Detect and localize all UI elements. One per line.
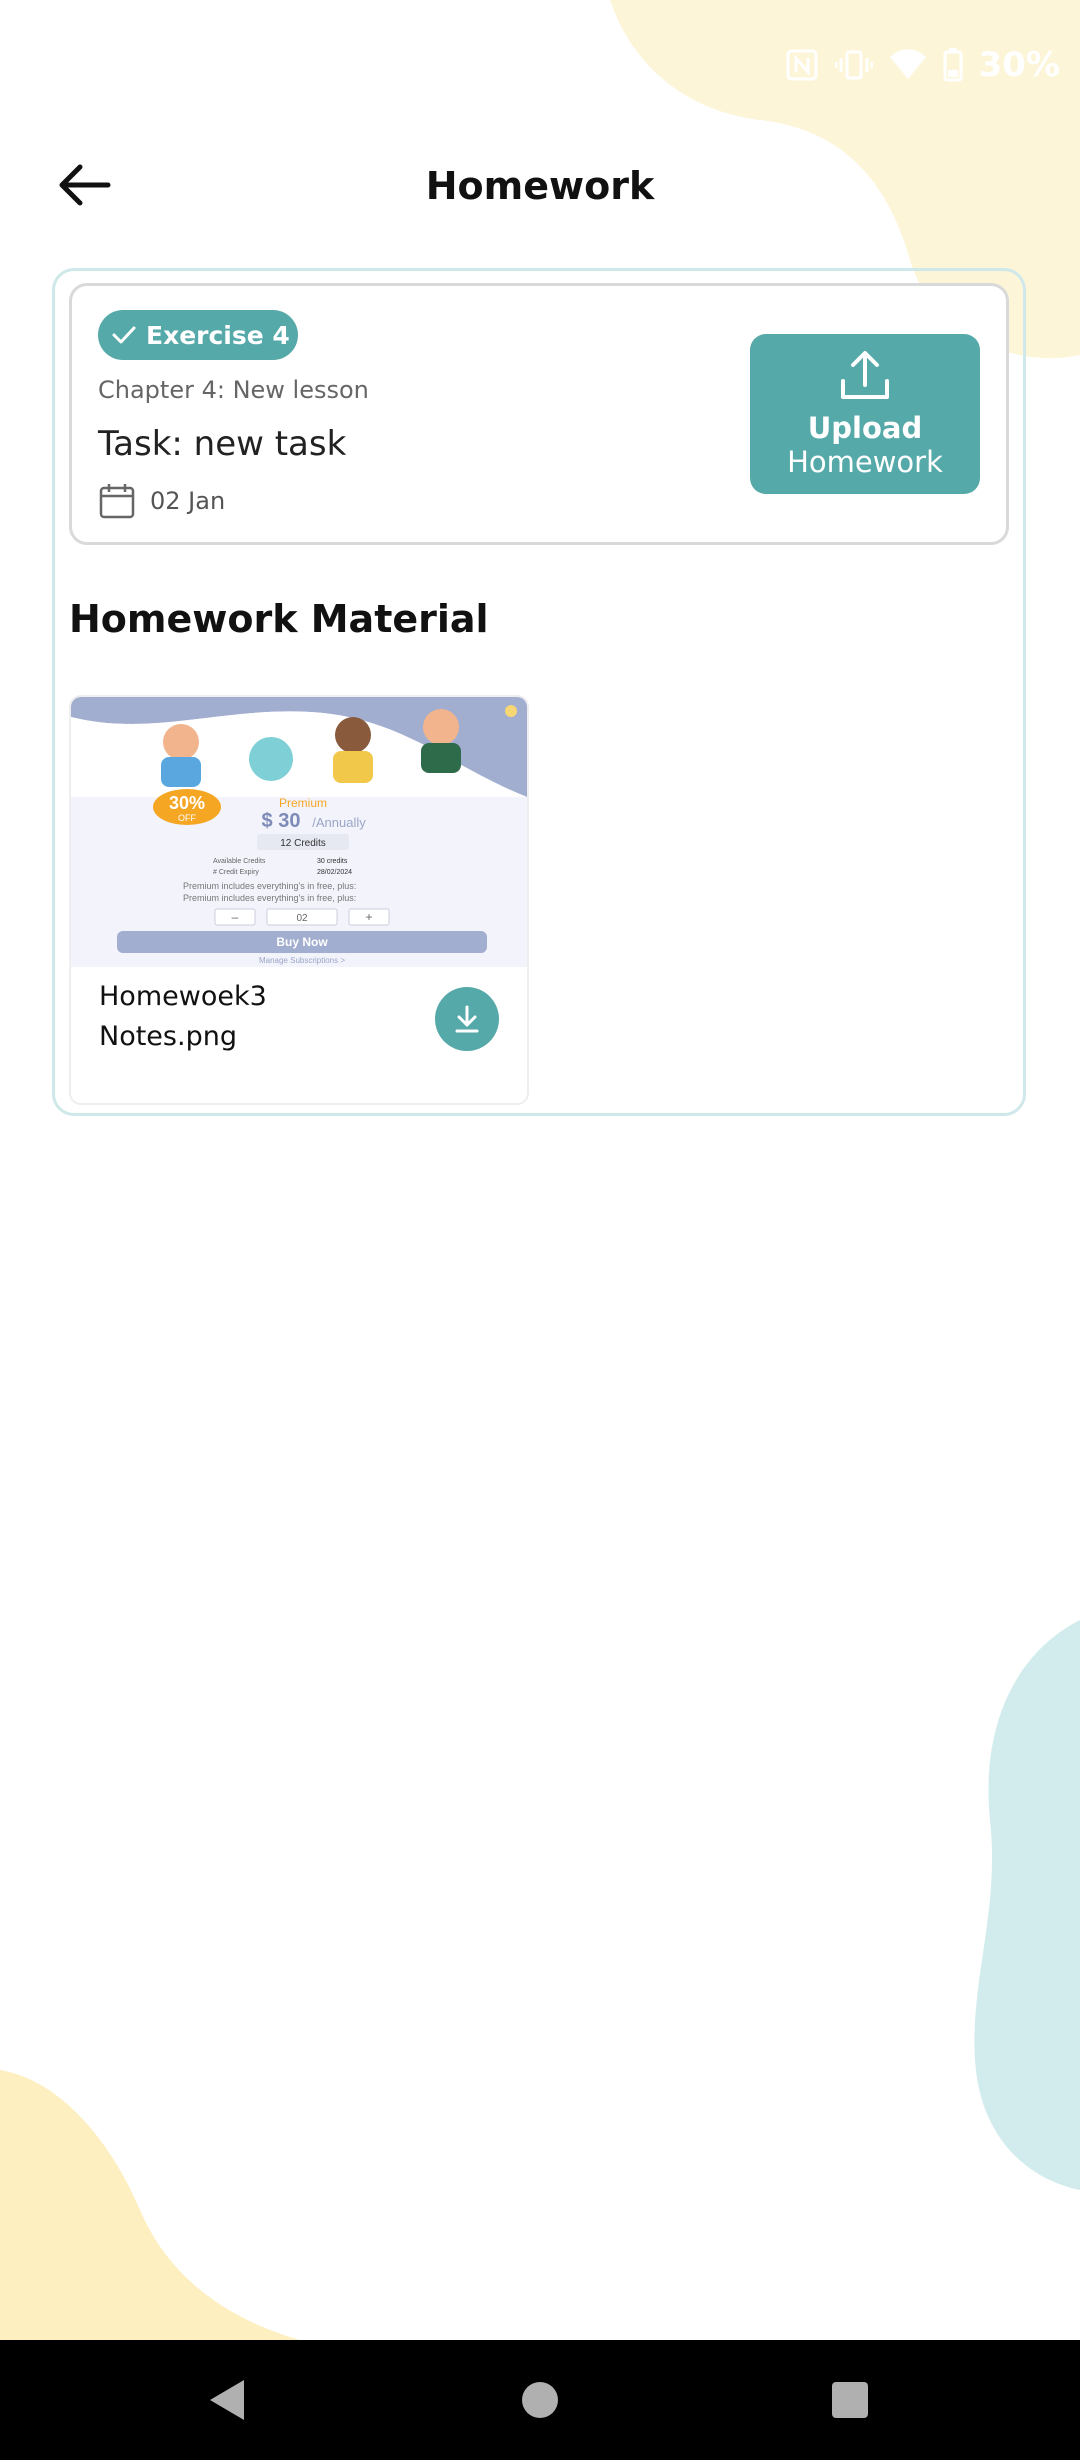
- download-icon: [455, 1005, 479, 1033]
- svg-text:Premium includes everything's: Premium includes everything's in free, p…: [183, 881, 356, 891]
- svg-text:OFF: OFF: [178, 813, 196, 823]
- svg-text:Buy Now: Buy Now: [276, 935, 328, 949]
- exercise-badge-label: Exercise 4: [146, 320, 290, 350]
- svg-text:/Annually: /Annually: [312, 815, 366, 830]
- svg-text:30%: 30%: [169, 793, 205, 813]
- kid-3: [423, 709, 459, 745]
- svg-text:Premium: Premium: [279, 796, 327, 810]
- battery-percent: 30%: [978, 45, 1060, 85]
- material-file-name: Homewoek3 Notes.png: [99, 977, 267, 1057]
- nav-recents-button[interactable]: [820, 2370, 880, 2430]
- nav-home-icon: [522, 2382, 558, 2418]
- svg-text:12 Credits: 12 Credits: [280, 838, 326, 849]
- nfc-icon: [786, 49, 818, 81]
- wifi-icon: [889, 49, 926, 79]
- page-title: Homework: [425, 164, 655, 208]
- star-icon: [505, 705, 517, 717]
- upload-label-line2: Homework: [787, 445, 943, 479]
- upload-label-line1: Upload: [807, 411, 923, 445]
- svg-text:02: 02: [296, 913, 308, 924]
- svg-text:$ 30: $ 30: [262, 810, 301, 832]
- mascot: [249, 737, 293, 781]
- section-title: Homework Material: [69, 597, 489, 641]
- task-card: Exercise 4 Chapter 4: New lesson Task: n…: [69, 283, 1009, 545]
- nav-back-button[interactable]: [196, 2370, 256, 2430]
- file-name-line1: Homewoek3: [99, 981, 267, 1012]
- battery-icon: [943, 48, 963, 82]
- chapter-label: Chapter 4: New lesson: [98, 376, 369, 404]
- svg-text:# Credit Expiry: # Credit Expiry: [213, 869, 259, 876]
- upload-homework-button[interactable]: Upload Homework: [750, 334, 980, 494]
- vibrate-icon: [834, 50, 873, 80]
- exercise-badge: Exercise 4: [98, 310, 298, 360]
- system-nav-bar: [0, 2340, 1080, 2460]
- material-card[interactable]: 30% OFF Premium $ 30 /Annually 12 Credit…: [69, 695, 529, 1105]
- task-title: Task: new task: [98, 424, 347, 464]
- status-bar: 30%: [785, 40, 1060, 90]
- upload-icon: [841, 351, 889, 399]
- due-date: 02 Jan: [98, 482, 225, 520]
- svg-text:Premium includes everything's: Premium includes everything's in free, p…: [183, 893, 356, 903]
- svg-text:28/02/2024: 28/02/2024: [317, 869, 352, 876]
- material-thumbnail[interactable]: 30% OFF Premium $ 30 /Annually 12 Credit…: [71, 697, 527, 967]
- svg-text:+: +: [365, 910, 372, 924]
- app-header: Homework: [0, 140, 1080, 230]
- nav-recents-icon: [832, 2382, 868, 2418]
- teal-blob-right: [974, 1620, 1080, 2190]
- download-button[interactable]: [435, 987, 499, 1051]
- due-date-label: 02 Jan: [150, 487, 226, 515]
- file-name-line2: Notes.png: [99, 1021, 237, 1052]
- nav-home-button[interactable]: [510, 2370, 570, 2430]
- svg-text:–: –: [232, 910, 239, 924]
- svg-text:30 credits: 30 credits: [317, 858, 348, 865]
- calendar-icon: [99, 484, 135, 519]
- svg-text:Available Credits: Available Credits: [213, 858, 266, 865]
- nav-back-icon: [210, 2380, 244, 2420]
- homework-container: Exercise 4 Chapter 4: New lesson Task: n…: [52, 268, 1026, 1116]
- svg-text:Manage Subscriptions >: Manage Subscriptions >: [259, 956, 345, 965]
- check-icon: [112, 326, 136, 344]
- kid-2: [335, 717, 371, 753]
- yellow-blob-bottom: [0, 2070, 300, 2340]
- kid-1: [163, 724, 199, 760]
